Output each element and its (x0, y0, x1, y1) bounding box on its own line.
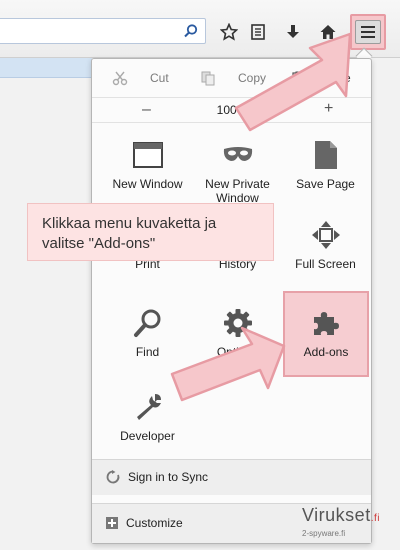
developer-button[interactable]: Developer (101, 391, 194, 469)
browser-toolbar (0, 0, 400, 58)
download-icon[interactable] (281, 20, 305, 44)
full-screen-icon (310, 219, 342, 251)
sign-in-sync-row[interactable]: Sign in to Sync (92, 459, 371, 495)
cut-button[interactable]: Cut (112, 70, 169, 86)
private-mask-icon (222, 139, 254, 171)
scissors-icon (112, 71, 128, 86)
full-screen-button[interactable]: Full Screen (279, 219, 372, 297)
instruction-callout: Klikkaa menu kuvaketta ja valitse "Add-o… (27, 203, 274, 261)
sync-icon (106, 470, 120, 484)
cut-label: Cut (150, 71, 169, 85)
sign-in-sync-label: Sign in to Sync (128, 470, 209, 484)
save-page-icon (310, 139, 342, 171)
options-label: Options (216, 345, 259, 359)
developer-label: Developer (120, 429, 175, 443)
options-button[interactable]: Options (191, 307, 284, 385)
gear-icon (222, 307, 254, 339)
save-page-button[interactable]: Save Page (279, 139, 372, 217)
bookmark-star-icon[interactable] (217, 20, 241, 44)
zoom-reset-button[interactable]: 100% (202, 103, 262, 117)
copy-icon (201, 71, 215, 86)
paste-label: Paste (320, 71, 351, 85)
copy-label: Copy (238, 71, 267, 85)
copy-button[interactable]: Copy (200, 70, 266, 86)
add-ons-label: Add-ons (303, 345, 349, 359)
clipboard-icon (292, 71, 304, 86)
address-bar[interactable] (0, 18, 206, 44)
zoom-controls: – 100% + (92, 97, 371, 123)
hamburger-menu-icon (355, 20, 381, 44)
wrench-icon (132, 391, 164, 423)
main-menu-panel: Cut Copy Paste – 100% + New Window New P… (91, 58, 372, 544)
customize-label: Customize (126, 516, 183, 530)
home-icon[interactable] (316, 20, 340, 44)
find-label: Find (135, 345, 160, 359)
new-window-icon (132, 139, 164, 171)
search-icon (184, 24, 198, 38)
watermark-brand: Virukset.fi (302, 505, 380, 525)
site-watermark: Virukset.fi 2-spyware.fi (302, 505, 398, 545)
save-page-label: Save Page (296, 177, 355, 191)
instruction-text: Klikkaa menu kuvaketta ja valitse "Add-o… (42, 215, 217, 252)
new-window-label: New Window (112, 177, 183, 191)
zoom-in-button[interactable]: + (324, 100, 333, 118)
zoom-out-button[interactable]: – (142, 101, 151, 119)
full-screen-label: Full Screen (295, 257, 356, 271)
watermark-sub: 2-spyware.fi (302, 529, 346, 538)
bookmarks-list-icon[interactable] (246, 20, 270, 44)
page-content (0, 79, 90, 550)
plus-square-icon (106, 517, 118, 529)
puzzle-piece-icon (310, 307, 342, 339)
tab-strip-remnant (0, 58, 92, 78)
find-button[interactable]: Find (101, 307, 194, 385)
magnifier-icon (132, 307, 164, 339)
new-private-window-label: New Private Window (205, 177, 270, 205)
paste-button[interactable]: Paste (290, 70, 351, 86)
add-ons-button[interactable]: Add-ons (283, 291, 369, 377)
edit-controls: Cut Copy Paste (92, 67, 371, 91)
open-menu-button[interactable] (350, 14, 386, 50)
